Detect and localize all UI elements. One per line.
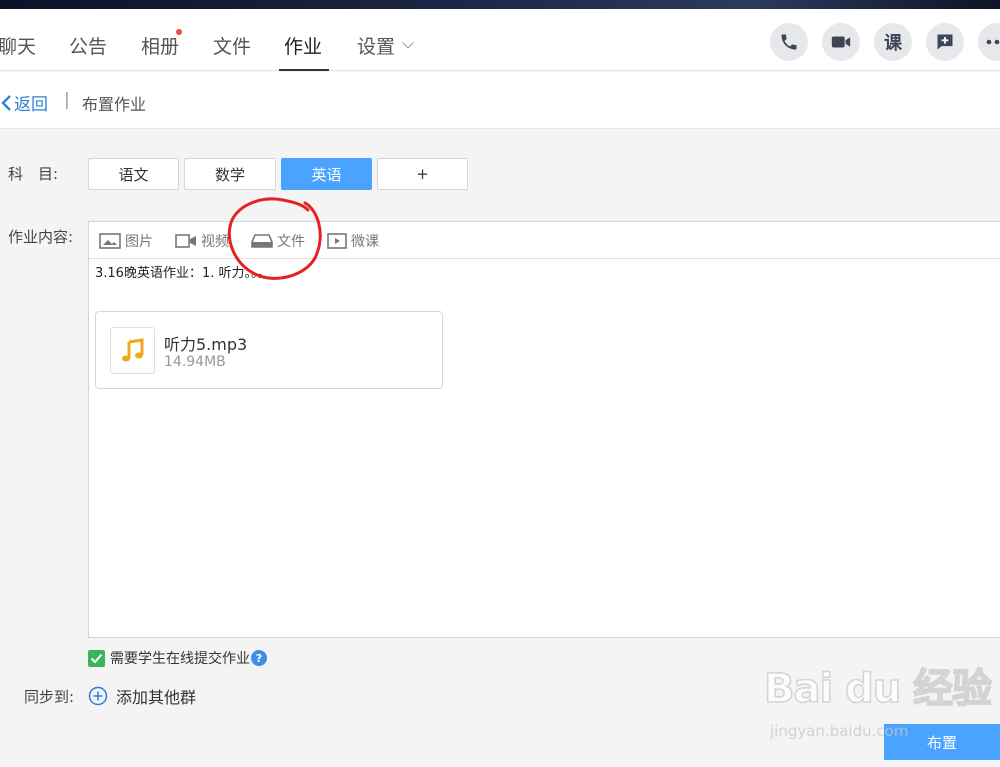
tab-album[interactable]: 相册 xyxy=(141,32,179,59)
insert-image-button[interactable]: 图片 xyxy=(99,231,153,251)
breadcrumb-separator: | xyxy=(64,90,70,110)
video-icon xyxy=(175,234,196,248)
attachment-size: 14.94MB xyxy=(164,354,226,370)
content-label: 作业内容: xyxy=(8,228,74,246)
notification-dot xyxy=(176,29,182,35)
phone-button[interactable] xyxy=(770,23,808,61)
insert-image-label: 图片 xyxy=(125,234,153,250)
require-online-row: 需要学生在线提交作业 ? xyxy=(88,648,267,668)
add-circle-icon xyxy=(88,686,108,706)
sync-label: 同步到: xyxy=(24,688,75,706)
add-message-button[interactable] xyxy=(926,23,964,61)
subject-english-button[interactable]: 英语 xyxy=(281,158,372,190)
homework-content-text[interactable]: 3.16晚英语作业：1. 听力。。。 xyxy=(95,262,270,281)
require-online-label: 需要学生在线提交作业 xyxy=(110,651,250,667)
back-label: 返回 xyxy=(14,95,48,115)
attachment-thumbnail xyxy=(110,327,155,374)
top-nav-bar: 聊天 公告 相册 文件 作业 设置 课 xyxy=(0,9,1000,71)
insert-micro-lesson-label: 微课 xyxy=(351,234,379,250)
check-icon xyxy=(90,653,103,663)
require-online-checkbox[interactable] xyxy=(88,649,105,667)
insert-micro-lesson-button[interactable]: 微课 xyxy=(327,231,379,251)
insert-video-label: 视频 xyxy=(201,234,229,250)
tab-chat[interactable]: 聊天 xyxy=(0,32,36,59)
phone-icon xyxy=(781,34,797,50)
chevron-left-icon xyxy=(1,94,11,111)
active-tab-indicator xyxy=(279,69,329,71)
chevron-down-icon[interactable] xyxy=(402,37,414,49)
watermark-url: jingyan.baidu.com xyxy=(770,722,909,740)
video-call-icon xyxy=(831,36,851,48)
music-note-icon xyxy=(121,337,143,361)
back-button[interactable]: 返回 xyxy=(0,90,48,115)
lesson-icon: 课 xyxy=(884,33,902,54)
more-button[interactable] xyxy=(978,23,1000,61)
subject-math-button[interactable]: 数学 xyxy=(184,158,276,190)
micro-lesson-icon xyxy=(327,233,347,249)
tab-announcement[interactable]: 公告 xyxy=(69,32,107,59)
insert-video-button[interactable]: 视频 xyxy=(175,231,229,251)
video-call-button[interactable] xyxy=(822,23,860,61)
insert-file-button[interactable]: 文件 xyxy=(251,231,305,251)
insert-file-label: 文件 xyxy=(277,234,305,250)
attachment-name: 听力5.mp3 xyxy=(164,335,248,354)
lesson-button[interactable]: 课 xyxy=(874,23,912,61)
more-icon xyxy=(986,39,1000,45)
window-top-strip xyxy=(0,0,1000,9)
add-subject-button[interactable]: + xyxy=(377,158,468,190)
add-message-icon xyxy=(937,34,953,50)
help-icon[interactable]: ? xyxy=(251,650,267,666)
file-icon xyxy=(251,234,273,248)
page-title: 布置作业 xyxy=(82,95,147,114)
tab-files[interactable]: 文件 xyxy=(213,32,251,59)
watermark-logo: Bai du 经验 xyxy=(763,665,993,713)
subject-chinese-button[interactable]: 语文 xyxy=(88,158,179,190)
tab-homework[interactable]: 作业 xyxy=(284,32,322,59)
add-group-label: 添加其他群 xyxy=(116,688,197,707)
image-icon xyxy=(99,233,121,249)
tab-settings[interactable]: 设置 xyxy=(357,32,395,59)
attachment-card[interactable]: 听力5.mp3 14.94MB xyxy=(95,311,443,389)
baidu-watermark: Bai du 经验 jingyan.baidu.com xyxy=(763,656,993,740)
add-group-button[interactable]: 添加其他群 xyxy=(88,684,196,708)
editor-toolbar: 图片 视频 文件 微课 xyxy=(89,222,1000,259)
subject-label: 科 目: xyxy=(8,165,59,183)
sub-header: 返回 | 布置作业 xyxy=(0,72,1000,129)
homework-editor[interactable]: 图片 视频 文件 微课 3.16晚英语作业：1. 听力。。。 听力5.mp3 1… xyxy=(88,221,1000,638)
